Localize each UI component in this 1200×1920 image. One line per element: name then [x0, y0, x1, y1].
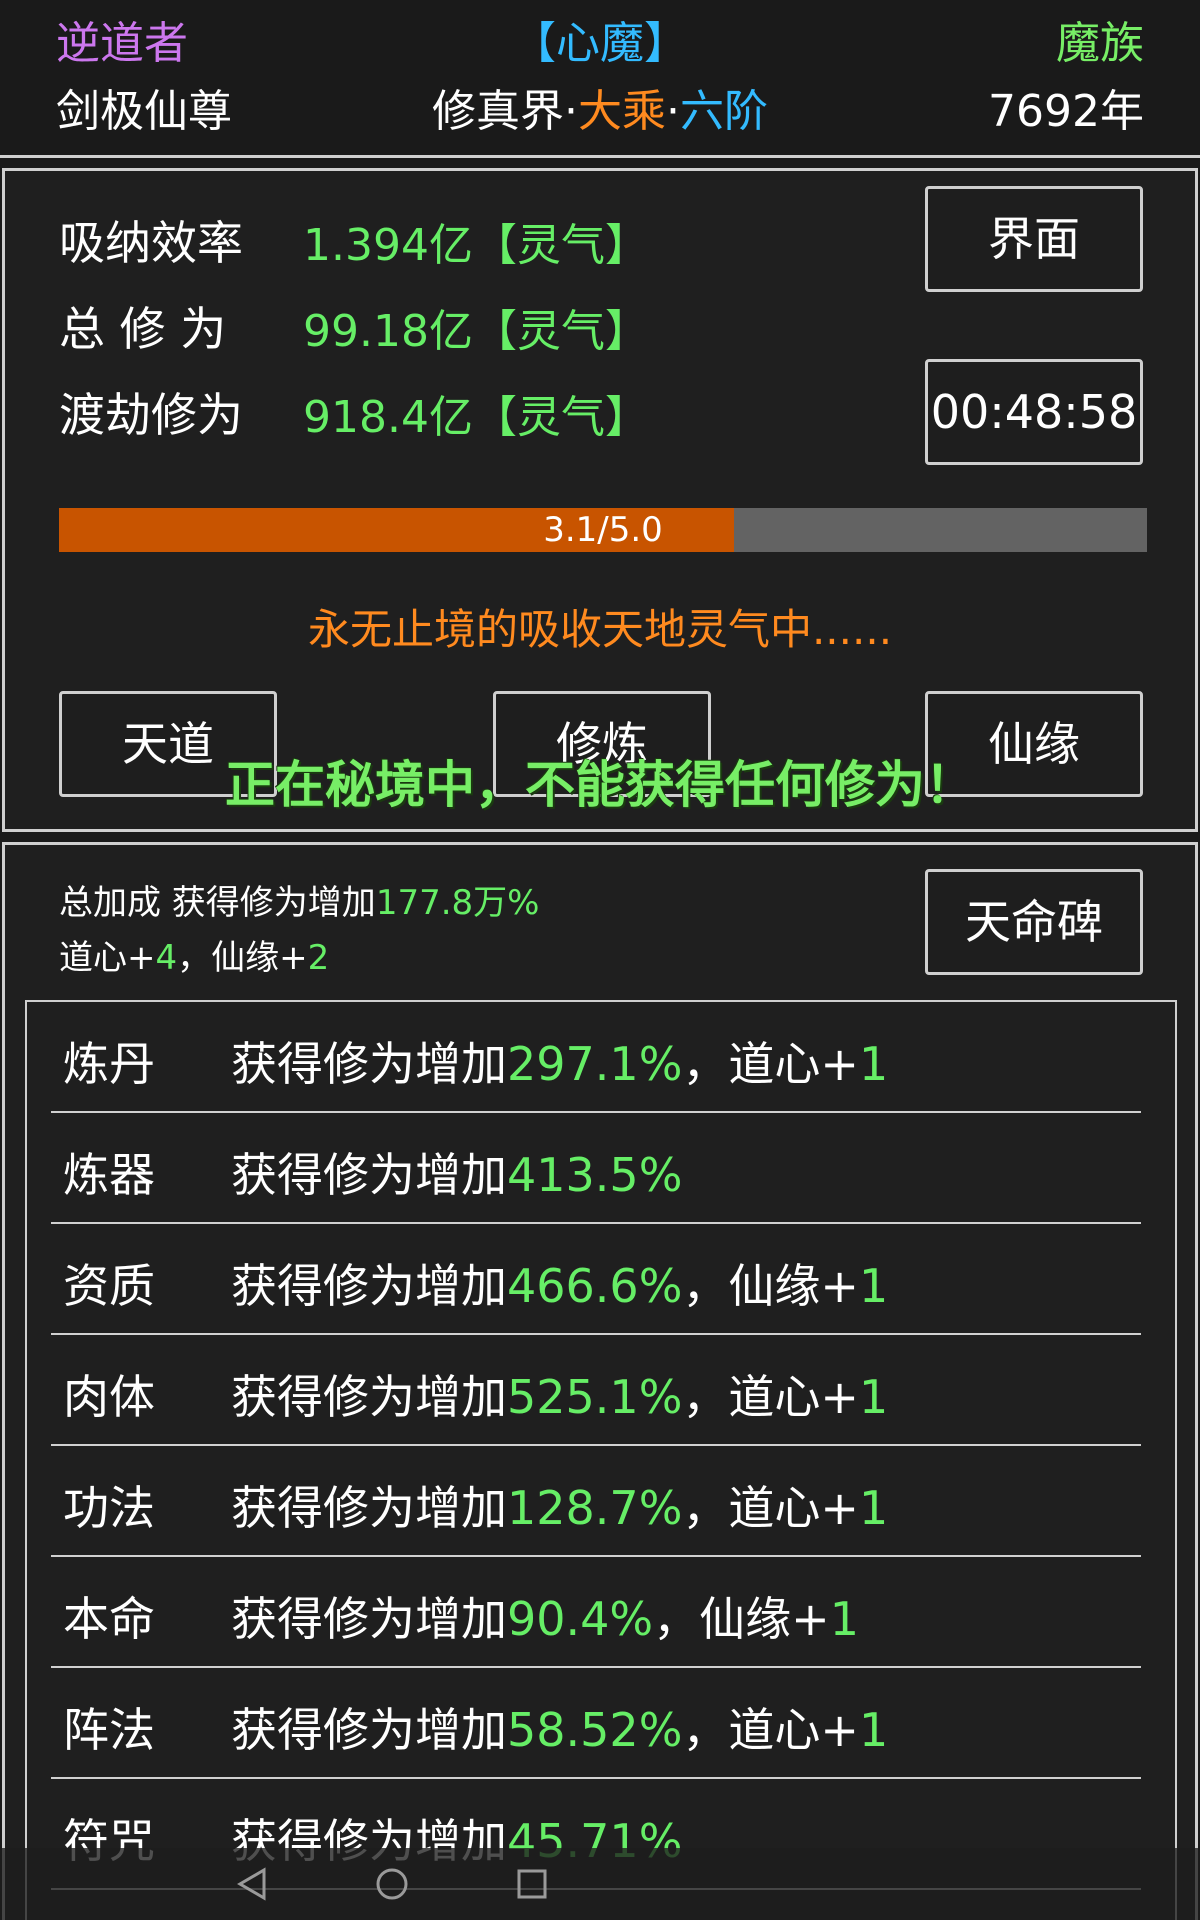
item-prefix: 获得修为增加	[231, 1370, 507, 1424]
item-pct: 525.1%	[507, 1370, 683, 1424]
xianyuan-label: 仙缘+	[211, 938, 308, 978]
item-desc: 获得修为增加466.6%，仙缘+1	[231, 1250, 888, 1316]
item-desc: 获得修为增加128.7%，道心+1	[231, 1472, 888, 1538]
total-bonus-value: 177.8万%	[375, 883, 540, 923]
item-desc: 获得修为增加297.1%，道心+1	[231, 1028, 888, 1094]
item-desc: 获得修为增加413.5%	[231, 1139, 682, 1205]
item-name: 肉体	[63, 1370, 155, 1424]
item-pct: 58.52%	[507, 1703, 683, 1757]
item-extra-label: ，道心+	[682, 1703, 859, 1757]
item-extra-value: 1	[858, 1703, 889, 1757]
item-name: 功法	[63, 1481, 155, 1535]
header: 逆道者 【心魔】 魔族 剑极仙尊 修真界·大乘·六阶 7692年	[0, 0, 1200, 150]
daoxin-value: 4	[155, 938, 178, 978]
item-prefix: 获得修为增加	[231, 1481, 507, 1535]
game-screen: 逆道者 【心魔】 魔族 剑极仙尊 修真界·大乘·六阶 7692年 吸纳效率 1.…	[0, 0, 1200, 1920]
item-desc: 获得修为增加58.52%，道心+1	[231, 1694, 888, 1760]
total-value: 99.18亿【灵气】	[303, 306, 649, 357]
total-label: 总 修 为	[59, 302, 227, 356]
item-pct: 466.6%	[507, 1259, 683, 1313]
toast-message: 正在秘境中，不能获得任何修为！	[225, 756, 975, 814]
item-desc: 获得修为增加525.1%，道心+1	[231, 1361, 888, 1427]
status-message: 永无止境的吸收天地灵气中......	[307, 605, 893, 654]
item-extra-label: ，道心+	[682, 1037, 859, 1091]
divider	[0, 155, 1200, 158]
absorb-value: 1.394亿【灵气】	[303, 220, 649, 271]
item-extra-value: 1	[858, 1259, 889, 1313]
daoxin-label: 道心+	[59, 938, 156, 978]
list-item[interactable]: 功法 获得修为增加128.7%，道心+1	[51, 1446, 1141, 1557]
item-prefix: 获得修为增加	[231, 1037, 507, 1091]
item-pct: 297.1%	[507, 1037, 683, 1091]
list-item[interactable]: 资质 获得修为增加466.6%，仙缘+1	[51, 1224, 1141, 1335]
item-prefix: 获得修为增加	[231, 1703, 507, 1757]
total-bonus-prefix: 总加成 获得修为增加	[59, 883, 376, 923]
realm-world: 修真界	[432, 86, 564, 137]
list-item[interactable]: 炼丹 获得修为增加297.1%，道心+1	[51, 1002, 1141, 1113]
list-item[interactable]: 阵法 获得修为增加58.52%，道心+1	[51, 1668, 1141, 1779]
item-pct: 413.5%	[507, 1148, 683, 1202]
progress-bar: 3.1/5.0	[59, 508, 1147, 552]
realm-stage: 大乘	[578, 86, 666, 137]
list-item[interactable]: 本命 获得修为增加90.4%，仙缘+1	[51, 1557, 1141, 1668]
item-extra-label: ，仙缘+	[653, 1592, 830, 1646]
tribulation-label: 渡劫修为	[59, 388, 243, 442]
item-prefix: 获得修为增加	[231, 1148, 507, 1202]
recent-square-icon[interactable]	[502, 1856, 562, 1912]
item-name: 资质	[63, 1259, 155, 1313]
player-age: 7692年	[988, 86, 1144, 137]
item-extra-value: 1	[858, 1037, 889, 1091]
timer-button[interactable]: 00:48:58	[925, 359, 1143, 465]
item-pct: 90.4%	[507, 1592, 654, 1646]
system-nav-bar	[0, 1848, 1200, 1920]
item-desc: 获得修为增加90.4%，仙缘+1	[231, 1583, 859, 1649]
item-extra-value: 1	[858, 1481, 889, 1535]
list-item[interactable]: 肉体 获得修为增加525.1%，道心+1	[51, 1335, 1141, 1446]
list-item[interactable]: 炼器 获得修为增加413.5%	[51, 1113, 1141, 1224]
item-name: 炼器	[63, 1148, 155, 1202]
item-pct: 128.7%	[507, 1481, 683, 1535]
realm-sep: ·	[564, 86, 578, 137]
destiny-stele-button[interactable]: 天命碑	[925, 869, 1143, 975]
race-label: 魔族	[1056, 18, 1144, 69]
cultivation-panel: 吸纳效率 1.394亿【灵气】 总 修 为 99.18亿【灵气】 渡劫修为 91…	[2, 168, 1198, 832]
status-title: 【心魔】	[512, 18, 688, 69]
item-prefix: 获得修为增加	[231, 1259, 507, 1313]
item-prefix: 获得修为增加	[231, 1592, 507, 1646]
bonus-panel: 总加成 获得修为增加177.8万% 道心+4，仙缘+2 天命碑 炼丹 获得修为增…	[2, 842, 1198, 1920]
home-circle-icon[interactable]	[362, 1856, 422, 1912]
progress-label: 3.1/5.0	[543, 510, 663, 550]
tribulation-value: 918.4亿【灵气】	[303, 392, 649, 443]
item-name: 炼丹	[63, 1037, 155, 1091]
item-extra-value: 1	[829, 1592, 859, 1646]
absorb-label: 吸纳效率	[59, 216, 243, 270]
realm-sep: ·	[666, 86, 680, 137]
item-name: 本命	[63, 1592, 155, 1646]
bonus-list: 炼丹 获得修为增加297.1%，道心+1 炼器 获得修为增加413.5% 资质 …	[25, 1000, 1177, 1920]
total-bonus: 总加成 获得修为增加177.8万%	[59, 875, 539, 924]
item-extra-label: ，道心+	[682, 1481, 859, 1535]
back-triangle-icon[interactable]	[222, 1856, 282, 1912]
item-name: 阵法	[63, 1703, 155, 1757]
item-extra-value: 1	[858, 1370, 889, 1424]
item-extra-label: ，道心+	[682, 1370, 859, 1424]
item-extra-label: ，仙缘+	[682, 1259, 859, 1313]
xianyuan-value: 2	[307, 938, 330, 978]
attribute-bonus: 道心+4，仙缘+2	[59, 930, 329, 979]
realm-level: 六阶	[680, 86, 768, 137]
interface-button[interactable]: 界面	[925, 186, 1143, 292]
bonus-comma: ，	[177, 938, 212, 978]
